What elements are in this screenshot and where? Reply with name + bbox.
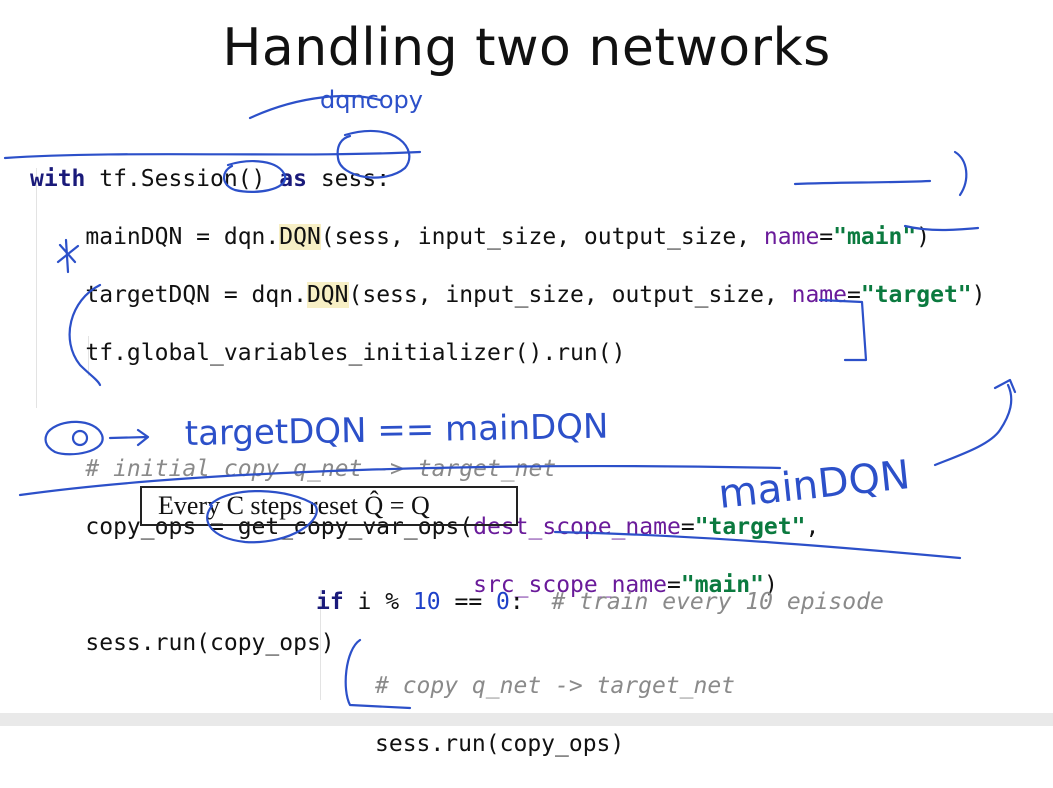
- code-text: sess:: [306, 166, 391, 192]
- number-literal: 0: [496, 589, 510, 615]
- code-text: i %: [343, 589, 413, 615]
- note-dqncopy: dqncopy: [320, 86, 423, 114]
- code-text: :: [509, 589, 552, 615]
- code-line-initializer: tf.global_variables_initializer().run(): [30, 340, 626, 366]
- keyword-if: if: [316, 589, 344, 615]
- code-line-if: if i % 10 == 0: # train every 10 episode: [316, 588, 884, 617]
- code-line-target-dqn: targetDQN = dqn.DQN(sess, input_size, ou…: [30, 281, 986, 310]
- code-text: ): [971, 282, 986, 308]
- code-line-sess-run-copy: sess.run(copy_ops): [375, 731, 625, 757]
- bottom-strip: [0, 713, 1053, 726]
- code-text: targetDQN = dqn.: [30, 282, 307, 308]
- code-text: (sess, input_size, output_size,: [348, 282, 792, 308]
- keyword-as: as: [279, 166, 307, 192]
- code-text: ==: [440, 589, 497, 615]
- formula-box: Every C steps reset Q̂ = Q: [140, 486, 518, 526]
- kwarg-name: name: [763, 224, 820, 250]
- slide-title: Handling two networks: [222, 18, 831, 78]
- formula-text: Every C steps reset Q̂ = Q: [158, 491, 430, 520]
- code-line-with-session: with tf.Session() as sess:: [30, 165, 986, 194]
- string-literal: "main": [833, 224, 917, 250]
- class-name-dqn: DQN: [279, 224, 321, 250]
- code-text: ): [916, 224, 931, 250]
- code-text: tf.Session(): [85, 166, 280, 192]
- code-text: ,: [805, 514, 820, 540]
- kwarg-name: name: [791, 282, 847, 308]
- code-block-train-loop: if i % 10 == 0: # train every 10 episode: [316, 559, 884, 646]
- loop-stroke: [248, 94, 382, 120]
- string-literal: "target": [860, 282, 972, 308]
- code-comment-copy: # copy q_net -> target_net: [375, 673, 736, 699]
- code-text: (sess, input_size, output_size,: [320, 224, 764, 250]
- code-comment-train: # train every 10 episode: [551, 589, 884, 615]
- string-literal: "target": [694, 514, 806, 540]
- class-name-dqn: DQN: [306, 282, 349, 308]
- code-text: =: [847, 282, 861, 308]
- code-text: =: [680, 514, 695, 540]
- number-literal: 10: [412, 589, 441, 615]
- code-line-main-dqn: mainDQN = dqn.DQN(sess, input_size, outp…: [30, 223, 986, 252]
- code-text: mainDQN = dqn.: [30, 224, 280, 250]
- keyword-with: with: [30, 166, 86, 192]
- code-comment-initial-copy: # initial copy q_net -> target_net: [30, 456, 557, 482]
- code-text: =: [819, 224, 834, 250]
